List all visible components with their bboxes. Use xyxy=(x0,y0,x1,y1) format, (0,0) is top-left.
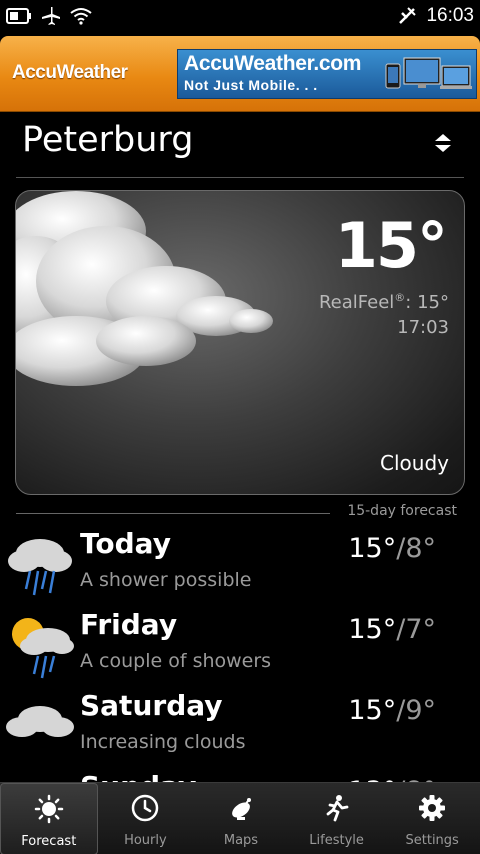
runner-icon xyxy=(326,795,348,822)
location-switch-icon[interactable] xyxy=(432,132,454,154)
current-conditions-card[interactable]: 15° RealFeel®: 15° 17:03 Cloudy xyxy=(15,190,465,495)
cloud-image xyxy=(16,191,273,386)
day-temperature: 15°/9° xyxy=(348,695,436,726)
brand-logo: AccuWeather xyxy=(12,62,128,83)
tab-label: Forecast xyxy=(21,834,77,849)
registered-mark: ® xyxy=(394,291,406,304)
day-high: 15° xyxy=(348,614,397,645)
day-description: A couple of showers xyxy=(80,650,272,672)
observation-time: 17:03 xyxy=(397,317,449,338)
forecast-row-saturday[interactable]: Saturday Increasing clouds 15°/9° xyxy=(0,689,480,770)
usb-connection-icon xyxy=(399,7,417,24)
wifi-icon xyxy=(70,8,92,25)
day-name: Friday xyxy=(80,608,178,641)
realfeel-value: : 15° xyxy=(405,292,449,313)
bottom-nav: Forecast Hourly Maps Lifestyle Settings xyxy=(0,782,480,854)
status-bar: 16:03 xyxy=(0,0,480,34)
forecast-section-label: 15-day forecast xyxy=(347,503,457,519)
gear-icon xyxy=(419,795,446,821)
day-high: 15° xyxy=(348,695,397,726)
clock-time: 16:03 xyxy=(426,5,474,26)
airplane-mode-icon xyxy=(42,7,60,25)
day-name: Today xyxy=(80,527,171,560)
clock-icon xyxy=(132,794,159,822)
tab-hourly[interactable]: Hourly xyxy=(98,783,194,854)
ad-banner[interactable]: AccuWeather AccuWeather.com Not Just Mob… xyxy=(0,36,480,112)
satellite-icon xyxy=(232,798,251,820)
day-description: A shower possible xyxy=(80,569,252,591)
tab-label: Hourly xyxy=(124,833,167,848)
ad-tagline: Not Just Mobile. . . xyxy=(184,77,318,93)
tab-settings[interactable]: Settings xyxy=(384,783,480,854)
sun-rain-cloud-icon xyxy=(12,618,74,679)
tab-lifestyle[interactable]: Lifestyle xyxy=(289,783,385,854)
tab-label: Lifestyle xyxy=(309,833,364,848)
forecast-row-friday[interactable]: Friday A couple of showers 15°/7° xyxy=(0,608,480,689)
realfeel: RealFeel®: 15° xyxy=(319,291,449,313)
day-temperature: 15°/8° xyxy=(348,533,436,564)
forecast-divider xyxy=(16,513,330,514)
day-low: /9° xyxy=(396,695,436,726)
tab-forecast[interactable]: Forecast xyxy=(0,783,98,854)
day-temperature: 15°/7° xyxy=(348,614,436,645)
cloud-icon xyxy=(6,706,74,737)
devices-illustration-icon xyxy=(385,57,472,89)
tab-maps[interactable]: Maps xyxy=(193,783,289,854)
divider xyxy=(16,177,464,178)
current-temperature: 15° xyxy=(334,209,448,282)
advertisement[interactable]: AccuWeather.com Not Just Mobile. . . xyxy=(177,49,477,99)
ad-headline: AccuWeather.com xyxy=(184,52,362,75)
current-condition: Cloudy xyxy=(380,451,449,475)
location-name[interactable]: Peterburg xyxy=(22,120,193,160)
battery-icon xyxy=(6,8,31,24)
sun-icon xyxy=(34,794,64,824)
day-name: Saturday xyxy=(80,689,223,722)
tab-label: Settings xyxy=(405,833,459,848)
rain-cloud-icon xyxy=(8,539,72,596)
tab-label: Maps xyxy=(223,833,259,848)
day-description: Increasing clouds xyxy=(80,731,246,753)
day-low: /7° xyxy=(396,614,436,645)
realfeel-label: RealFeel xyxy=(318,292,395,313)
day-high: 15° xyxy=(348,533,397,564)
forecast-row-today[interactable]: Today A shower possible 15°/8° xyxy=(0,527,480,608)
day-low: /8° xyxy=(396,533,436,564)
